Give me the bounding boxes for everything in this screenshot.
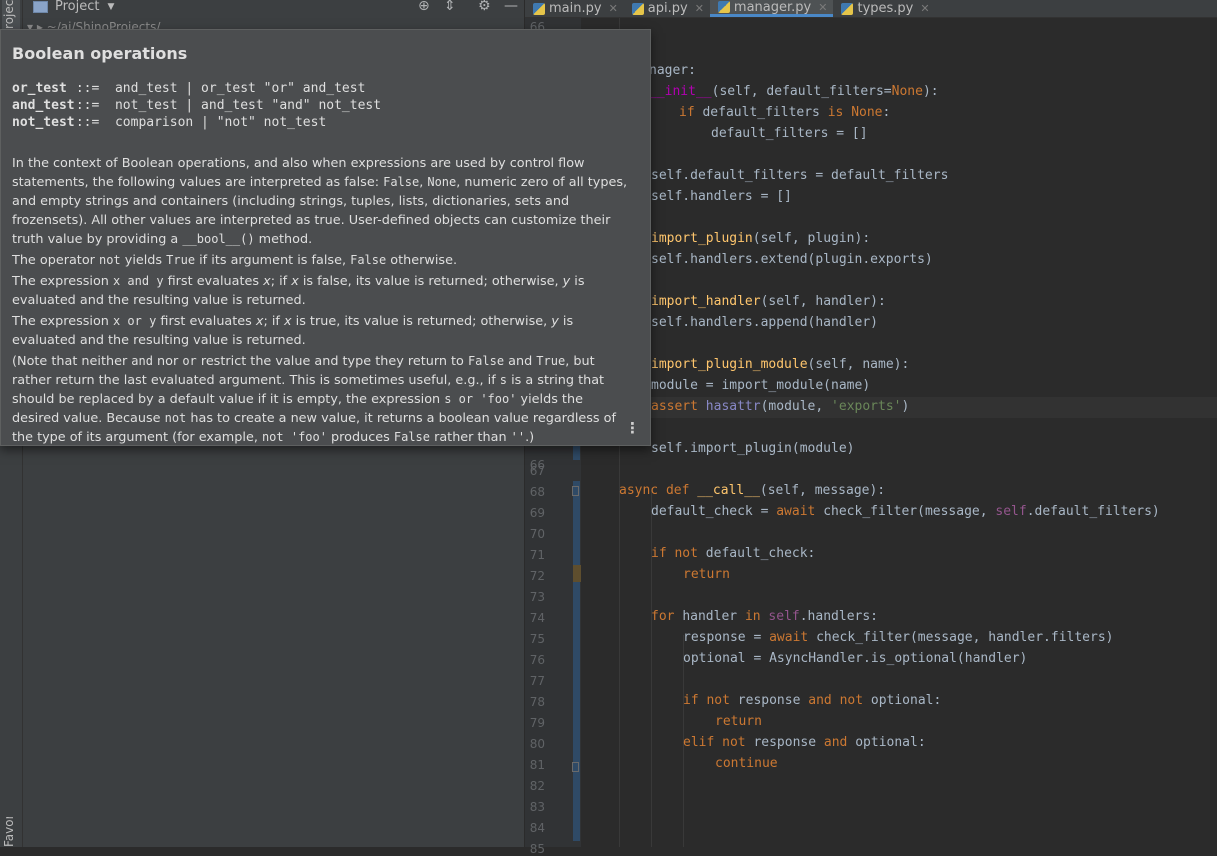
code-line[interactable]: __init__(self, default_filters=None): [649, 81, 939, 102]
project-view-selector[interactable]: Project ▼ [33, 0, 114, 14]
editor-tab-bar: main.py ✕ api.py ✕ manager.py ✕ types.py… [525, 0, 1217, 18]
code-line[interactable]: return [683, 564, 730, 585]
code-line[interactable]: default_check = await check_filter(messa… [651, 501, 1160, 522]
favorites-tool-tab[interactable]: Favorites [2, 817, 20, 847]
line-number: 72 [529, 569, 545, 583]
code-line[interactable]: import_plugin_module(self, name): [651, 354, 909, 375]
more-options-icon[interactable]: ⋮ [625, 419, 640, 437]
line-number: 77 [529, 674, 545, 688]
warning-marker[interactable] [573, 565, 581, 582]
tab-label: main.py [549, 1, 602, 16]
vcs-change-marker[interactable] [573, 481, 580, 841]
code-line[interactable]: import_handler(self, handler): [651, 291, 886, 312]
code-line[interactable]: if not default_check: [651, 543, 815, 564]
code-line[interactable]: optional = AsyncHandler.is_optional(hand… [683, 648, 1027, 669]
line-number: 74 [529, 611, 545, 625]
tab-main-py[interactable]: main.py ✕ [525, 0, 624, 17]
close-icon[interactable]: ✕ [818, 1, 827, 14]
quick-documentation-popup[interactable]: Boolean operations or_test ::= and_test … [0, 29, 651, 446]
code-line[interactable]: continue [715, 753, 778, 774]
line-number: 73 [529, 590, 545, 604]
close-icon[interactable]: ✕ [695, 2, 704, 15]
doc-paragraph: (Note that neither and nor or restrict t… [12, 354, 616, 445]
line-number: 81 [529, 758, 545, 772]
code-line[interactable]: nager: [649, 60, 696, 81]
line-number: 69 [529, 506, 545, 520]
code-line[interactable]: import_plugin(self, plugin): [651, 228, 870, 249]
code-line[interactable]: self.import_plugin(module) [651, 438, 855, 459]
locate-icon[interactable]: ⊕ [418, 0, 430, 14]
code-line[interactable]: self.handlers.append(handler) [651, 312, 878, 333]
line-number: 71 [529, 548, 545, 562]
code-line[interactable]: self.handlers = [] [651, 186, 792, 207]
collapse-all-icon[interactable]: ⇕ [444, 0, 456, 14]
project-panel-header: Project ▼ ⊕ ⇕ ⚙ — [23, 0, 524, 17]
line-number: 76 [529, 653, 545, 667]
doc-paragraph: The expression x and y first evaluates x… [12, 274, 585, 308]
python-file-icon [631, 2, 644, 15]
close-icon[interactable]: ✕ [609, 2, 618, 15]
grammar-rule: and_test ::= not_test | and_test "and" n… [12, 98, 382, 113]
tab-types-py[interactable]: types.py ✕ [833, 0, 935, 17]
line-number: 67 [529, 464, 545, 478]
tab-label: types.py [857, 1, 914, 16]
code-line[interactable]: for handler in self.handlers: [651, 606, 878, 627]
doc-paragraph: The operator not yields True if its argu… [12, 253, 458, 268]
fold-icon[interactable] [572, 486, 579, 496]
code-line[interactable]: elif not response and optional: [683, 732, 926, 753]
tab-label: manager.py [733, 0, 812, 15]
code-line[interactable]: response = await check_filter(message, h… [683, 627, 1113, 648]
doc-grammar-block: or_test ::= and_test | or_test "or" and_… [12, 80, 381, 131]
line-number: 70 [529, 527, 545, 541]
code-line[interactable]: if default_filters is None: [679, 102, 890, 123]
code-line[interactable]: assert hasattr(module, 'exports') [651, 396, 909, 417]
fold-icon[interactable] [572, 762, 579, 772]
hide-icon[interactable]: — [504, 0, 518, 14]
code-line[interactable]: self.handlers.extend(plugin.exports) [651, 249, 933, 270]
code-line[interactable]: async def __call__(self, message): [619, 480, 885, 501]
code-line[interactable]: if not response and not optional: [683, 690, 941, 711]
close-icon[interactable]: ✕ [920, 2, 929, 15]
grammar-rule: not_test ::= comparison | "not" not_test [12, 115, 327, 130]
chevron-down-icon: ▼ [107, 1, 115, 12]
line-number: 68 [529, 485, 545, 499]
code-line[interactable]: self.default_filters = default_filters [651, 165, 948, 186]
line-number: 82 [529, 779, 545, 793]
doc-paragraph: The expression x or y first evaluates x;… [12, 314, 574, 348]
line-number: 75 [529, 632, 545, 646]
tab-manager-py[interactable]: manager.py ✕ [709, 0, 834, 17]
code-line[interactable]: return [715, 711, 762, 732]
doc-paragraph: In the context of Boolean operations, an… [12, 156, 628, 247]
tab-api-py[interactable]: api.py ✕ [624, 0, 710, 17]
tab-label: api.py [647, 1, 688, 16]
line-number: 79 [529, 716, 545, 730]
line-number: 83 [529, 800, 545, 814]
python-file-icon [841, 2, 854, 15]
line-number: 84 [529, 821, 545, 835]
grammar-rule: or_test ::= and_test | or_test "or" and_… [12, 81, 366, 96]
indent-guide [651, 488, 652, 847]
doc-title: Boolean operations [12, 44, 188, 63]
line-number: 78 [529, 695, 545, 709]
python-file-icon [717, 1, 730, 13]
project-title-label: Project [55, 0, 100, 14]
code-line[interactable]: default_filters = [] [711, 123, 868, 144]
python-file-icon [533, 2, 545, 15]
code-editor[interactable]: nager: __init__(self, default_filters=No… [581, 18, 1217, 847]
code-line[interactable]: module = import_module(name) [651, 375, 870, 396]
project-folder-icon [33, 0, 48, 13]
line-number: 85 [529, 842, 545, 856]
doc-body: In the context of Boolean operations, an… [12, 154, 632, 449]
line-number: 80 [529, 737, 545, 751]
gear-icon[interactable]: ⚙ [478, 0, 491, 14]
